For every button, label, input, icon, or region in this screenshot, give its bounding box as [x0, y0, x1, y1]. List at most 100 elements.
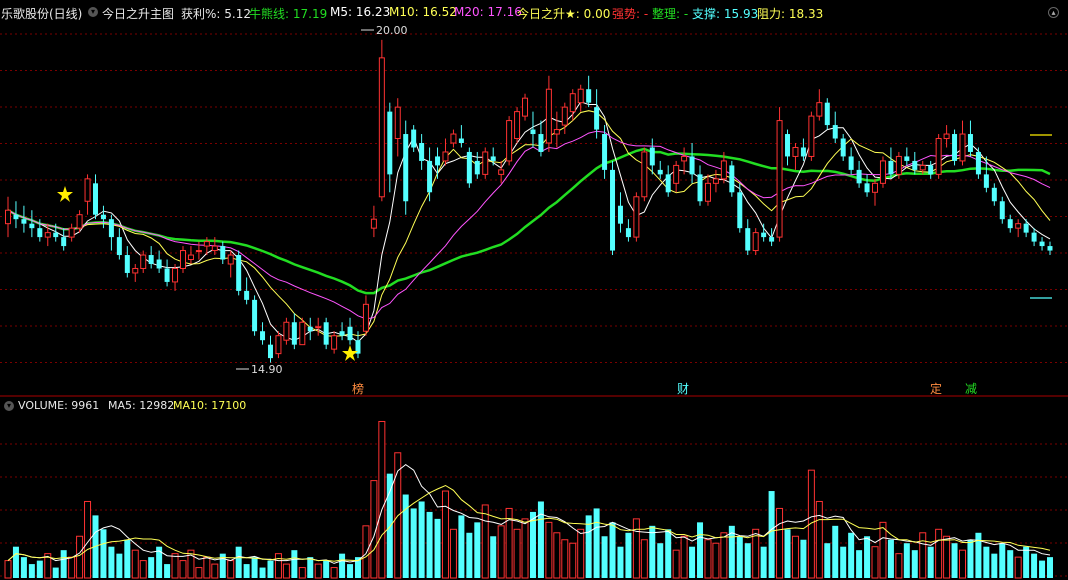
volume-bar — [68, 556, 76, 579]
candle — [935, 134, 942, 179]
volume-bar — [768, 491, 775, 578]
candle — [1007, 214, 1013, 233]
candle — [761, 223, 767, 242]
volume-bar — [139, 560, 147, 579]
candle — [227, 250, 234, 278]
candle-body — [720, 160, 727, 180]
candle-body — [260, 331, 266, 341]
volume-bar — [1031, 553, 1038, 578]
moving-average-lines — [7, 101, 1051, 343]
volume-bar — [100, 529, 107, 578]
candle-body — [824, 102, 830, 126]
candle — [267, 335, 273, 363]
candle-body — [299, 321, 306, 346]
candle-body — [156, 259, 162, 269]
candle — [808, 111, 815, 161]
candle — [419, 134, 425, 170]
candle — [108, 214, 114, 251]
marker-bang: 榜 — [352, 381, 364, 396]
candle — [538, 120, 544, 157]
candle-body — [132, 267, 139, 274]
volume-bar — [347, 564, 354, 578]
volume-bar — [903, 543, 910, 578]
volume-bar — [410, 508, 417, 578]
grid-lines — [0, 33, 1068, 577]
volume-bar — [60, 550, 67, 578]
candle-body — [267, 344, 273, 359]
candle — [442, 138, 449, 166]
candle-body — [187, 254, 194, 261]
candle-body — [419, 143, 425, 161]
marker-ding: 定 — [930, 381, 942, 396]
candle-body — [943, 133, 950, 140]
candle-body — [108, 219, 114, 238]
volume-bar — [323, 560, 330, 578]
candle-body — [291, 322, 297, 345]
candle-body — [602, 134, 608, 170]
candle — [904, 147, 910, 166]
volume-bar — [441, 490, 449, 579]
candle-body — [617, 205, 623, 224]
volume-bar — [569, 542, 577, 579]
candle — [13, 201, 19, 229]
candle-body — [315, 326, 322, 329]
candle-body — [68, 227, 75, 238]
candle — [975, 147, 981, 179]
candle-body — [761, 232, 767, 238]
candle-body — [84, 178, 91, 202]
volume-bar — [680, 535, 688, 579]
volume-bar — [657, 543, 664, 578]
candle — [983, 156, 989, 193]
candle-body — [832, 125, 838, 139]
candle-body — [498, 169, 505, 175]
volume-bar — [434, 518, 441, 578]
candle-body — [729, 165, 735, 193]
candle-body — [211, 245, 218, 252]
volume-bar — [689, 546, 696, 578]
candle — [848, 147, 854, 175]
volume-bar — [561, 539, 569, 579]
candle-body — [808, 115, 815, 157]
volume-bar — [235, 546, 242, 578]
volume-bar — [12, 546, 19, 578]
volume-bar — [744, 543, 751, 578]
candle — [928, 160, 934, 179]
volume-bar — [991, 553, 998, 578]
candle — [553, 111, 560, 148]
volume-bar — [28, 564, 35, 578]
volume-bar — [20, 557, 27, 578]
candle — [919, 160, 926, 175]
marker-cai: 财 — [677, 382, 689, 396]
volume-bar — [800, 539, 807, 578]
candle-body — [427, 160, 433, 193]
candle — [864, 174, 870, 197]
candle-body — [872, 182, 879, 193]
candle-body — [387, 111, 393, 175]
candle-body — [307, 326, 313, 332]
candle — [29, 210, 35, 238]
candle-body — [236, 255, 242, 291]
candle-body — [172, 267, 179, 283]
candle — [776, 107, 783, 242]
candle-body — [164, 268, 170, 282]
candle — [879, 156, 886, 188]
candle — [665, 165, 671, 197]
volume-bar — [339, 553, 346, 578]
volume-bar — [36, 560, 43, 578]
candle — [195, 241, 202, 260]
volume-bar — [378, 420, 386, 579]
candle — [299, 317, 306, 346]
volume-bar — [601, 536, 608, 578]
candle — [411, 125, 417, 152]
volume-bar — [791, 535, 799, 579]
candle — [61, 228, 67, 251]
candle-body — [1031, 232, 1037, 242]
candle — [641, 147, 648, 202]
volume-bar — [131, 549, 139, 579]
candle — [673, 160, 680, 193]
candle — [172, 264, 179, 291]
price-volume-chart[interactable]: 20.00 14.90 榜 财 定 减 — [0, 0, 1068, 580]
volume-bar — [164, 564, 171, 578]
candle-body — [952, 134, 958, 161]
volume-bar — [887, 539, 894, 578]
